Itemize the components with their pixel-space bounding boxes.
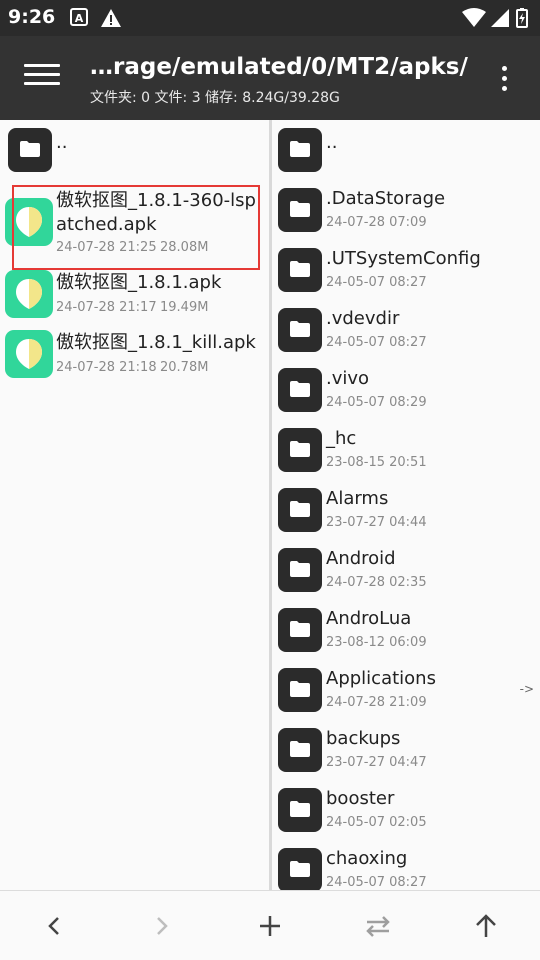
back-icon[interactable] [37,909,71,943]
folder-item[interactable]: .UTSystemConfig 24-05-07 08:27 [272,240,540,300]
folder-icon [278,308,322,352]
folder-date: 23-07-27 04:47 [326,755,427,770]
folder-date: 24-05-07 08:27 [326,275,427,290]
folder-date: 23-08-15 20:51 [326,455,427,470]
clock: 9:26 [8,6,56,28]
folder-icon [278,488,322,532]
folder-name: .UTSystemConfig [326,248,481,269]
bottom-action-bar [0,890,540,960]
folder-date: 24-05-07 08:29 [326,395,427,410]
swap-icon[interactable] [361,909,395,943]
folder-name: .vdevdir [326,308,400,329]
parent-directory-label: .. [56,132,68,153]
folder-item[interactable]: .vivo 24-05-07 08:29 [272,360,540,420]
file-item[interactable]: 傲软抠图_1.8.1_kill.apk 24-07-28 21:18 20.78… [0,326,269,386]
folder-icon [278,248,322,292]
folder-date: 24-07-28 02:35 [326,575,427,590]
folder-item[interactable]: _hc 23-08-15 20:51 [272,420,540,480]
folder-name: chaoxing [326,848,408,869]
file-size: 19.49M [160,300,209,315]
folder-icon [278,128,322,172]
toolbar: …rage/emulated/0/MT2/apks/ 文件夹: 0 文件: 3 … [0,36,540,120]
folder-icon [8,128,52,172]
current-path[interactable]: …rage/emulated/0/MT2/apks/ [90,54,470,80]
add-icon[interactable] [253,909,287,943]
up-icon[interactable] [469,909,503,943]
folder-item[interactable]: backups 23-07-27 04:47 [272,720,540,780]
folder-date: 23-08-12 06:09 [326,635,427,650]
folder-name: Android [326,548,396,569]
folder-name: .vivo [326,368,370,389]
folder-date: 24-07-28 21:09 [326,695,427,710]
left-file-pane: .. 傲软抠图_1.8.1-360-lsp atched.apk 24-07-2… [0,120,269,890]
more-options-icon[interactable] [496,66,512,94]
folder-name: backups [326,728,401,749]
folder-icon [278,668,322,712]
a-notification-icon: A [70,8,88,30]
storage-stats: 文件夹: 0 文件: 3 储存: 8.24G/39.28G [90,90,340,106]
warning-icon [100,8,122,32]
folder-icon [278,368,322,412]
signal-icon [490,8,510,32]
selection-highlight-box [12,185,260,270]
folder-date: 24-05-07 08:27 [326,335,427,350]
folder-name: AndroLua [326,608,412,629]
folder-item[interactable]: chaoxing 24-05-07 08:27 [272,840,540,890]
folder-item[interactable]: Applications 24-07-28 21:09 -> [272,660,540,720]
menu-icon[interactable] [24,64,60,92]
parent-directory-item[interactable]: .. [0,120,269,180]
folder-date: 24-05-07 08:27 [326,875,427,890]
parent-directory-label: .. [326,132,338,153]
folder-icon [278,188,322,232]
folder-item[interactable]: .DataStorage 24-07-28 07:09 [272,180,540,240]
folder-item[interactable]: Alarms 23-07-27 04:44 [272,480,540,540]
folder-date: 24-05-07 02:05 [326,815,427,830]
folder-icon [278,728,322,772]
file-item[interactable]: 傲软抠图_1.8.1.apk 24-07-28 21:17 19.49M [0,266,269,326]
folder-icon [278,788,322,832]
apk-app-icon [5,270,53,318]
folder-name: Applications [326,668,436,689]
folder-item[interactable]: .vdevdir 24-05-07 08:27 [272,300,540,360]
svg-text:A: A [75,12,84,25]
apk-app-icon [5,330,53,378]
file-name: 傲软抠图_1.8.1.apk [56,272,222,293]
folder-icon [278,848,322,890]
folder-date: 23-07-27 04:44 [326,515,427,530]
folder-item[interactable]: AndroLua 23-08-12 06:09 [272,600,540,660]
folder-icon [278,428,322,472]
wifi-icon [462,8,486,32]
file-size: 20.78M [160,360,209,375]
file-name: 傲软抠图_1.8.1_kill.apk [56,332,256,353]
folder-name: Alarms [326,488,389,509]
folder-icon [278,548,322,592]
file-date: 24-07-28 21:17 [56,300,157,315]
folder-item[interactable]: booster 24-05-07 02:05 [272,780,540,840]
folder-icon [278,608,322,652]
folder-name: _hc [326,428,357,449]
folder-item[interactable]: Android 24-07-28 02:35 [272,540,540,600]
folder-name: .DataStorage [326,188,446,209]
forward-icon[interactable] [145,909,179,943]
status-bar: 9:26 A [0,0,540,36]
symlink-arrow: -> [519,682,534,696]
battery-charging-icon [516,8,528,32]
folder-name: booster [326,788,395,809]
right-file-pane: .. .DataStorage 24-07-28 07:09 .UTSystemCo… [272,120,540,890]
file-date: 24-07-28 21:18 [56,360,157,375]
parent-directory-item[interactable]: .. [272,120,540,180]
folder-date: 24-07-28 07:09 [326,215,427,230]
